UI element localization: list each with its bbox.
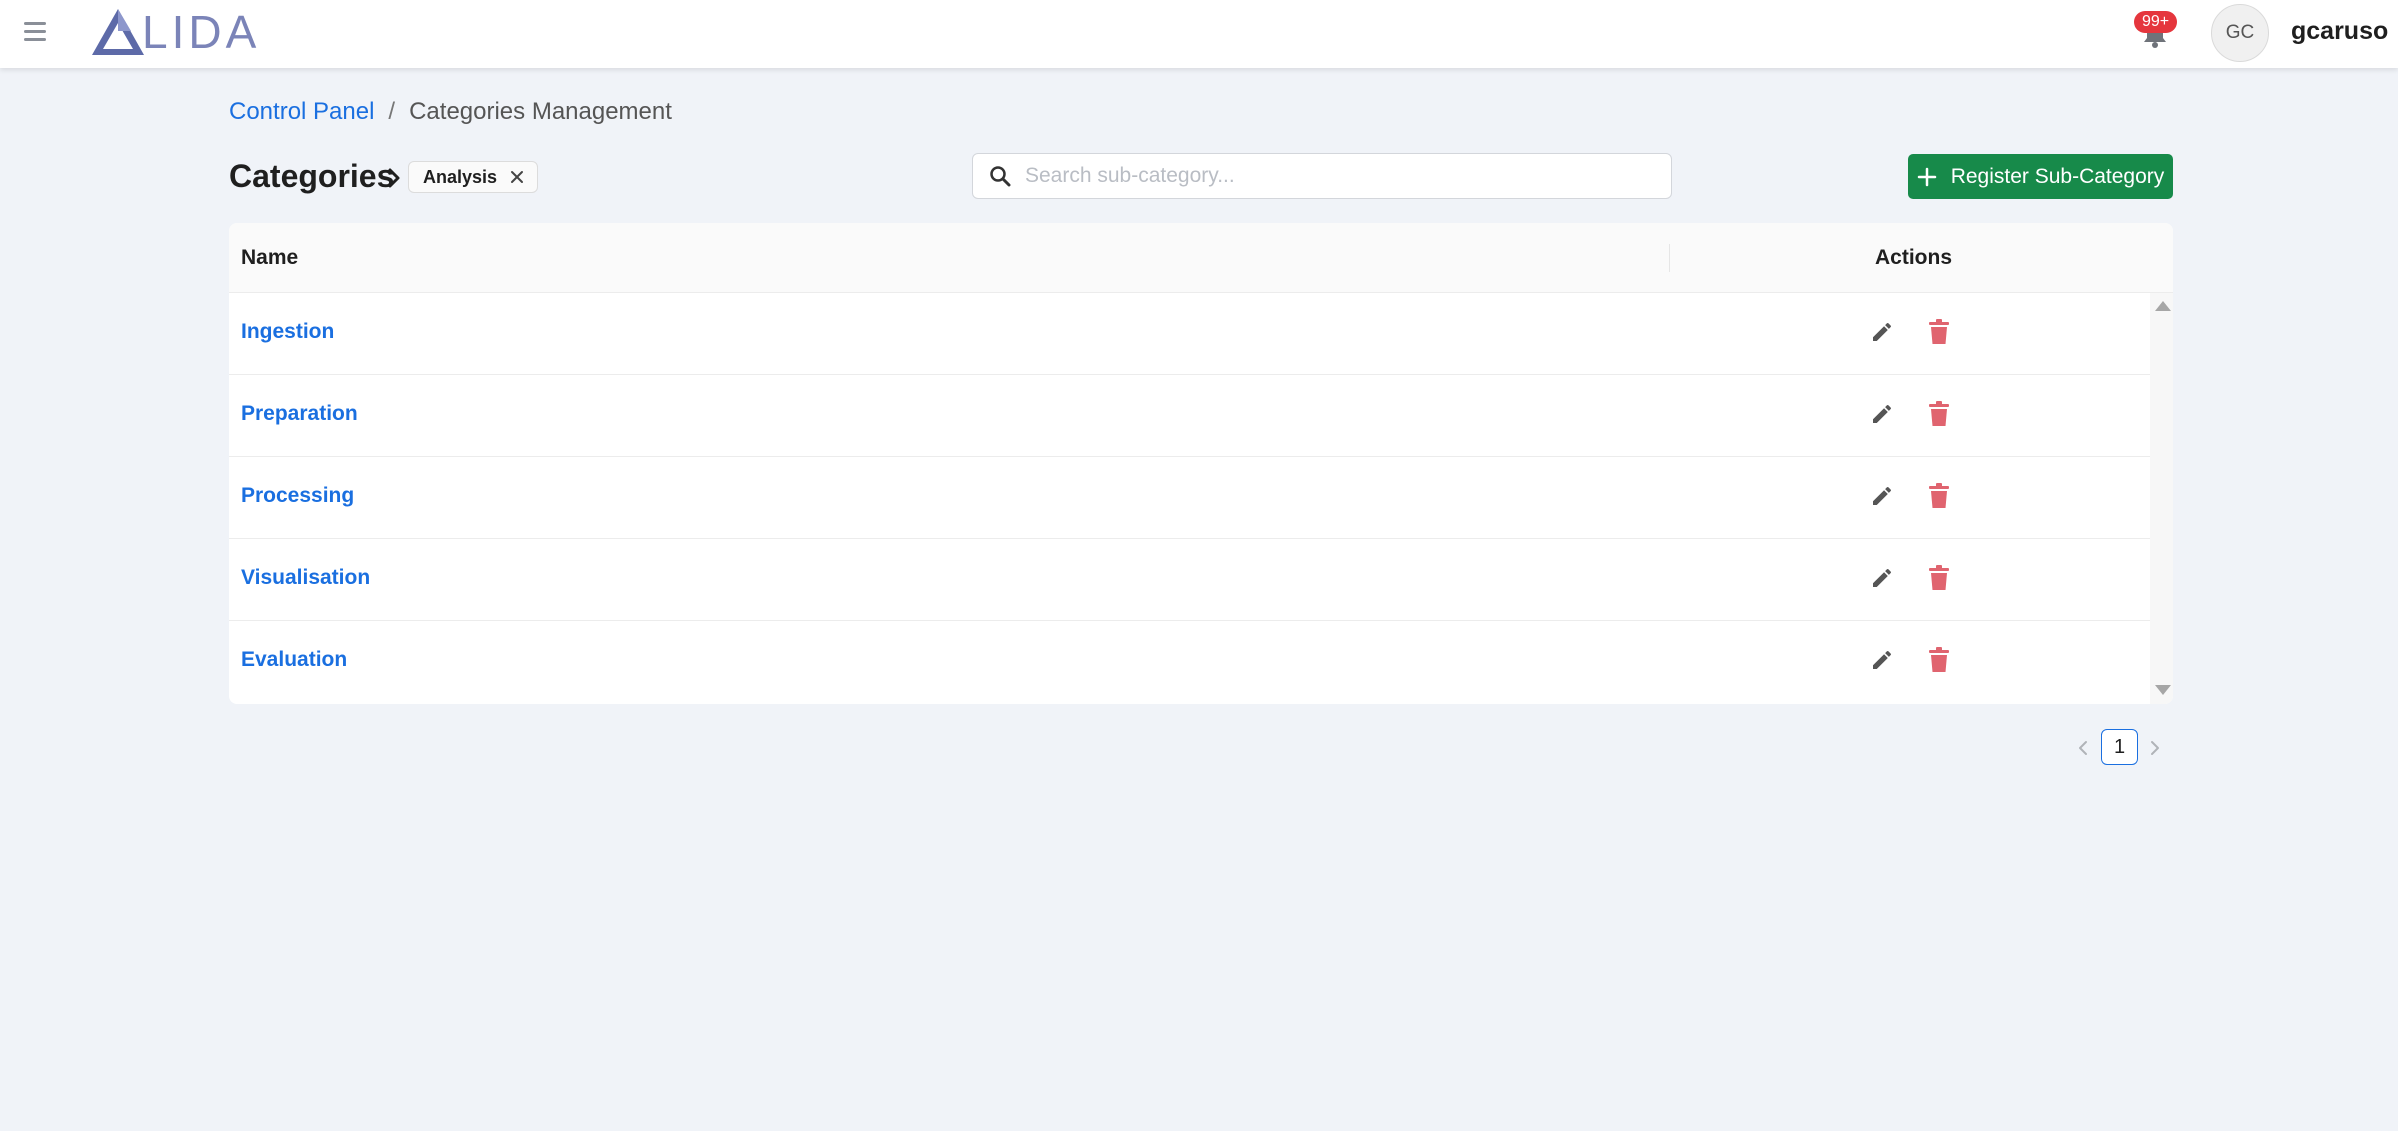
sub-categories-table: Name Actions Ingestion Preparation Proce…	[229, 223, 2173, 704]
register-sub-category-button[interactable]: Register Sub-Category	[1908, 154, 2173, 199]
column-header-actions: Actions	[1875, 246, 1953, 269]
table-scrollbar[interactable]	[2150, 293, 2173, 704]
breadcrumb: Control Panel / Categories Management	[229, 98, 672, 126]
avatar-initials: GC	[2225, 22, 2255, 43]
table-row: Ingestion	[229, 293, 2150, 375]
column-divider	[1669, 244, 1670, 272]
row-name-link[interactable]: Visualisation	[241, 566, 370, 590]
page-title: Categories	[229, 158, 395, 194]
top-bar: LIDA 99+ GC gcaruso	[0, 0, 2398, 68]
table-row: Processing	[229, 457, 2150, 539]
search-box	[972, 153, 1672, 199]
app-logo[interactable]: LIDA	[90, 6, 260, 58]
breadcrumb-control-panel[interactable]: Control Panel	[229, 98, 374, 126]
trash-icon[interactable]	[1928, 483, 1950, 509]
pagination-page-1[interactable]: 1	[2101, 729, 2138, 765]
table-body: Ingestion Preparation Processing Visuali…	[229, 293, 2150, 703]
register-button-label: Register Sub-Category	[1950, 164, 2165, 188]
chevron-right-icon[interactable]	[2148, 738, 2162, 758]
hamburger-menu-icon[interactable]	[24, 22, 46, 42]
trash-icon[interactable]	[1928, 319, 1950, 345]
category-filter-chip: Analysis	[408, 161, 539, 193]
search-icon	[990, 166, 1011, 187]
chevron-right-icon	[388, 168, 400, 188]
row-name-link[interactable]: Evaluation	[241, 648, 347, 672]
search-input[interactable]	[1025, 164, 1625, 188]
table-row: Visualisation	[229, 539, 2150, 621]
row-name-link[interactable]: Ingestion	[241, 320, 334, 344]
row-name-link[interactable]: Preparation	[241, 402, 358, 426]
table-row: Preparation	[229, 375, 2150, 457]
breadcrumb-separator: /	[388, 98, 396, 125]
chevron-left-icon[interactable]	[2076, 738, 2090, 758]
trash-icon[interactable]	[1928, 401, 1950, 427]
pencil-icon[interactable]	[1870, 320, 1894, 344]
username[interactable]: gcaruso	[2291, 17, 2388, 46]
trash-icon[interactable]	[1928, 565, 1950, 591]
table-row: Evaluation	[229, 621, 2150, 703]
table-header: Name Actions	[229, 223, 2173, 293]
scroll-up-arrow-icon[interactable]	[2155, 301, 2171, 311]
chip-label: Analysis	[423, 166, 498, 187]
avatar[interactable]: GC	[2211, 4, 2269, 62]
logo-text: LIDA	[142, 6, 261, 58]
breadcrumb-current: Categories Management	[409, 98, 672, 125]
plus-icon	[1917, 167, 1936, 186]
close-icon[interactable]	[509, 169, 525, 185]
logo-mark	[92, 9, 144, 55]
pencil-icon[interactable]	[1870, 402, 1894, 426]
pencil-icon[interactable]	[1870, 648, 1894, 672]
row-name-link[interactable]: Processing	[241, 484, 354, 508]
scroll-down-arrow-icon[interactable]	[2155, 685, 2171, 695]
column-header-name: Name	[241, 246, 299, 269]
trash-icon[interactable]	[1928, 647, 1950, 673]
pencil-icon[interactable]	[1870, 484, 1894, 508]
notification-badge[interactable]: 99+	[2134, 11, 2178, 33]
pencil-icon[interactable]	[1870, 566, 1894, 590]
